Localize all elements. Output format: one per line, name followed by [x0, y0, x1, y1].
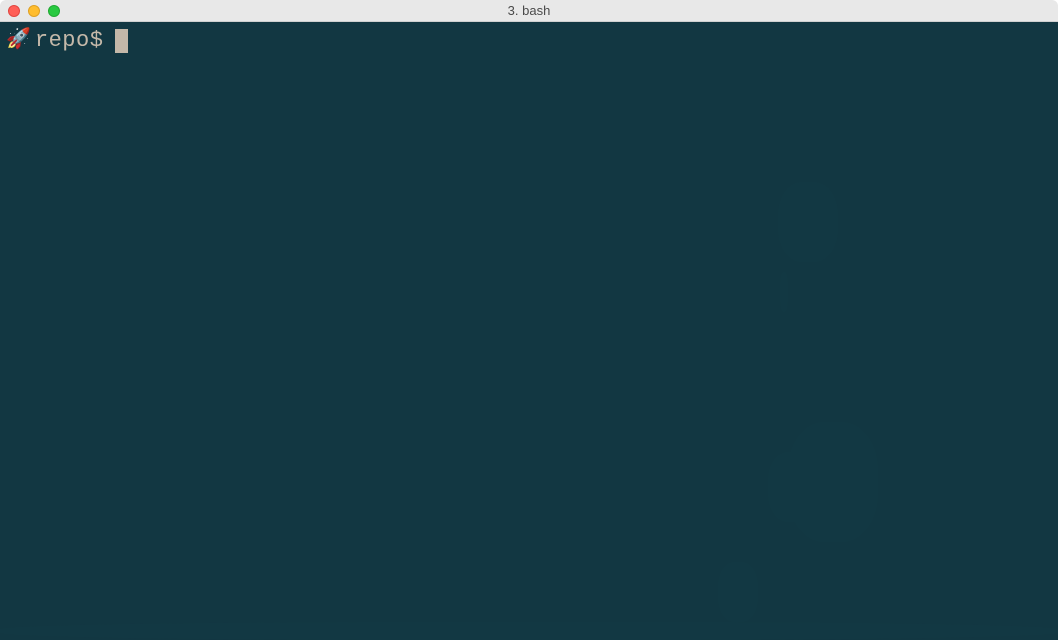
maximize-button[interactable]: [48, 5, 60, 17]
window-titlebar[interactable]: 3. bash: [0, 0, 1058, 22]
close-button[interactable]: [8, 5, 20, 17]
terminal-cursor[interactable]: [115, 29, 128, 53]
terminal-background-texture: [0, 22, 1058, 640]
terminal-window: 3. bash 🚀 repo$: [0, 0, 1058, 640]
minimize-button[interactable]: [28, 5, 40, 17]
window-title: 3. bash: [0, 3, 1058, 18]
rocket-icon: 🚀: [6, 29, 31, 53]
prompt-line: 🚀 repo$: [6, 28, 1052, 54]
terminal-area[interactable]: 🚀 repo$: [0, 22, 1058, 640]
traffic-lights: [0, 5, 60, 17]
prompt-text: repo$: [35, 28, 104, 54]
